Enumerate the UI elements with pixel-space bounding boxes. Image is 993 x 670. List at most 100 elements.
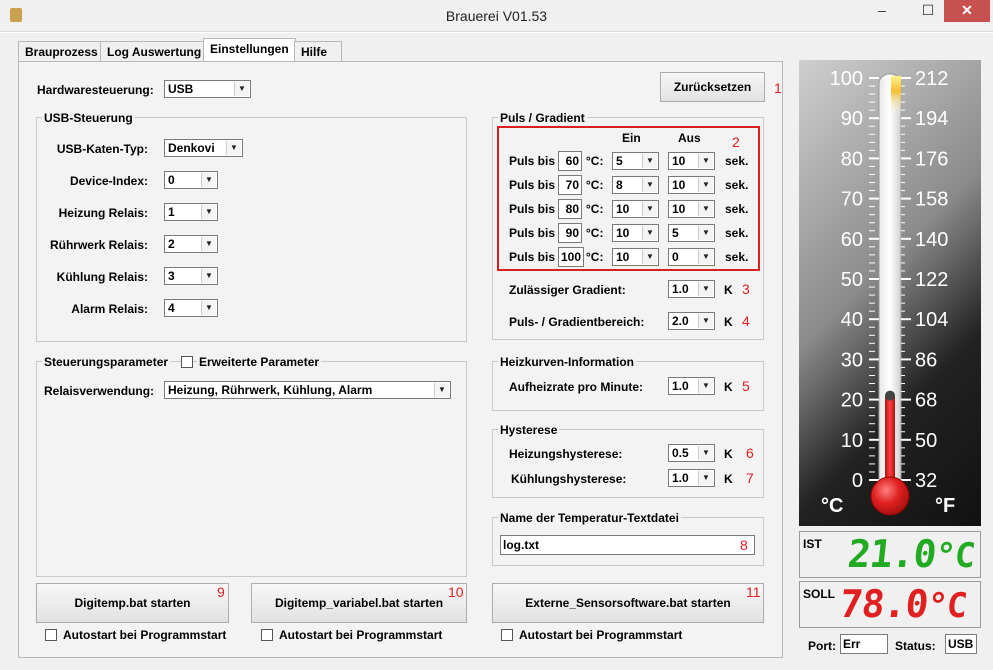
usb-row-value: 2: [168, 237, 175, 251]
digitemp-variabel-button[interactable]: Digitemp_variabel.bat starten: [251, 583, 467, 623]
celsius-tick-label: 20: [841, 390, 863, 412]
usb-row-select[interactable]: 0 ▼: [164, 171, 218, 189]
puls-sek-label: sek.: [725, 178, 749, 192]
chevron-down-icon: ▼: [698, 250, 713, 264]
tab-brauprozess[interactable]: Brauprozess: [18, 41, 105, 62]
digitemp-button[interactable]: Digitemp.bat starten: [36, 583, 229, 623]
puls-aus-select[interactable]: 0 ▼: [668, 248, 715, 266]
reset-button[interactable]: Zurücksetzen: [660, 72, 765, 102]
celsius-tick-label: 30: [841, 349, 863, 371]
puls-temp-input[interactable]: 90: [558, 223, 582, 243]
heizrate-select[interactable]: 1.0 ▼: [668, 377, 715, 395]
status-value: USB: [945, 634, 977, 654]
port-value: Err: [840, 634, 888, 654]
tab-einstellungen[interactable]: Einstellungen: [203, 38, 296, 62]
usb-row-label: Rührwerk Relais:: [49, 238, 148, 252]
puls-aus-select[interactable]: 5 ▼: [668, 224, 715, 242]
chevron-down-icon: ▼: [698, 471, 713, 485]
fahrenheit-tick-label: 104: [915, 309, 948, 331]
hysterese-group-title: Hysterese: [498, 423, 560, 437]
range-select[interactable]: 2.0 ▼: [668, 312, 715, 330]
puls-sek-label: sek.: [725, 226, 749, 240]
celsius-tick-label: 90: [841, 108, 863, 130]
heiz-hysterese-unit: K: [724, 447, 733, 461]
hardware-select[interactable]: USB ▼: [164, 80, 251, 98]
puls-temp-input[interactable]: 60: [558, 151, 582, 171]
usb-row-value: 0: [168, 173, 175, 187]
marker-2: 2: [732, 134, 740, 150]
puls-ein-select[interactable]: 10 ▼: [612, 224, 659, 242]
celsius-tick-label: 60: [841, 229, 863, 251]
puls-row-label: Puls bis: [509, 250, 556, 264]
fahrenheit-tick-label: 140: [915, 229, 948, 251]
puls-ein-select[interactable]: 5 ▼: [612, 152, 659, 170]
marker-11: 11: [746, 584, 761, 600]
autostart-digitemp-label: Autostart bei Programmstart: [63, 628, 227, 642]
puls-ein-select[interactable]: 10 ▼: [612, 200, 659, 218]
heizkurve-group-title: Heizkurven-Information: [498, 355, 637, 369]
puls-temp-input[interactable]: 70: [558, 175, 582, 195]
puls-temp-input[interactable]: 80: [558, 199, 582, 219]
tab-log-auswertung[interactable]: Log Auswertung: [100, 41, 209, 62]
soll-label: SOLL: [803, 587, 835, 601]
fahrenheit-tick-label: 68: [915, 390, 937, 412]
puls-ein-value: 10: [616, 202, 630, 216]
ist-unit: °C: [933, 536, 977, 576]
window-title: Brauerei V01.53: [445, 8, 548, 24]
extended-params-checkbox[interactable]: [181, 356, 193, 368]
chevron-down-icon: ▼: [434, 383, 449, 397]
relay-usage-select[interactable]: Heizung, Rührwerk, Kühlung, Alarm ▼: [164, 381, 451, 399]
textfile-input[interactable]: log.txt: [500, 535, 755, 555]
usb-row-label: Alarm Relais:: [71, 302, 148, 316]
usb-row-select[interactable]: 3 ▼: [164, 267, 218, 285]
puls-aus-value: 10: [672, 202, 686, 216]
puls-aus-value: 0: [672, 250, 679, 264]
soll-number: 78.0: [837, 582, 930, 626]
port-label: Port:: [808, 639, 836, 653]
puls-ein-select[interactable]: 10 ▼: [612, 248, 659, 266]
gradient-select[interactable]: 1.0 ▼: [668, 280, 715, 298]
hardware-value: USB: [168, 82, 194, 96]
externe-sensor-button[interactable]: Externe_Sensorsoftware.bat starten: [492, 583, 764, 623]
maximize-button[interactable]: ☐: [912, 0, 944, 22]
puls-ein-value: 10: [616, 250, 630, 264]
celsius-tick-label: 40: [841, 309, 863, 331]
puls-ein-select[interactable]: 8 ▼: [612, 176, 659, 194]
relay-usage-value: Heizung, Rührwerk, Kühlung, Alarm: [168, 383, 373, 397]
minimize-button[interactable]: ‒: [866, 0, 898, 22]
usb-row-select[interactable]: 2 ▼: [164, 235, 218, 253]
autostart-digitemp-checkbox[interactable]: [45, 629, 57, 641]
heat-gradient-band: [891, 76, 901, 176]
gradient-unit: K: [724, 283, 733, 297]
usb-row-value: Denkovi: [168, 141, 215, 155]
fahrenheit-tick-label: 158: [915, 189, 948, 211]
params-group-title: Steuerungsparameter: [42, 355, 171, 369]
puls-aus-value: 10: [672, 154, 686, 168]
celsius-tick-label: 80: [841, 148, 863, 170]
autostart-extern-label: Autostart bei Programmstart: [519, 628, 683, 642]
puls-row-label: Puls bis: [509, 226, 556, 240]
chevron-down-icon: ▼: [698, 282, 713, 296]
usb-row-select[interactable]: Denkovi ▼: [164, 139, 243, 157]
puls-aus-select[interactable]: 10 ▼: [668, 176, 715, 194]
usb-row-select[interactable]: 1 ▼: [164, 203, 218, 221]
puls-ein-value: 10: [616, 226, 630, 240]
hardware-label: Hardwaresteuerung:: [37, 83, 154, 97]
tab-hilfe[interactable]: Hilfe: [294, 41, 342, 62]
usb-group-title: USB-Steuerung: [42, 111, 135, 125]
col-aus-label: Aus: [678, 131, 701, 145]
heiz-hysterese-select[interactable]: 0.5 ▼: [668, 444, 715, 462]
autostart-extern-checkbox[interactable]: [501, 629, 513, 641]
kuehl-hysterese-select[interactable]: 1.0 ▼: [668, 469, 715, 487]
puls-aus-select[interactable]: 10 ▼: [668, 152, 715, 170]
chevron-down-icon: ▼: [698, 314, 713, 328]
kuehl-hysterese-value: 1.0: [672, 471, 689, 485]
puls-aus-select[interactable]: 10 ▼: [668, 200, 715, 218]
usb-row-label: Kühlung Relais:: [56, 270, 148, 284]
chevron-down-icon: ▼: [698, 446, 713, 460]
close-button[interactable]: ✕: [944, 0, 990, 22]
autostart-variabel-checkbox[interactable]: [261, 629, 273, 641]
puls-sek-label: sek.: [725, 202, 749, 216]
usb-row-select[interactable]: 4 ▼: [164, 299, 218, 317]
puls-temp-input[interactable]: 100: [558, 247, 584, 267]
